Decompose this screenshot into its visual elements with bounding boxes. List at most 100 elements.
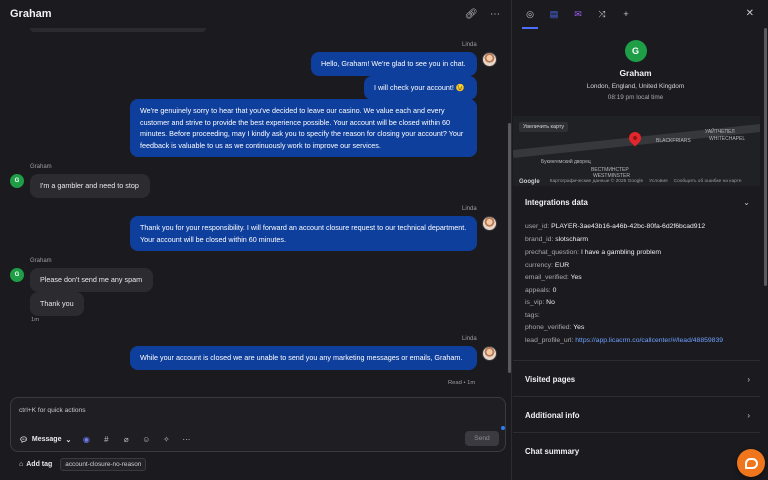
details-panel: ◎ ▤ ✉ ⤨ + ✕ G Graham London, England, Un…	[513, 0, 768, 480]
integration-value: No	[546, 299, 555, 306]
details-scrollbar[interactable]	[763, 28, 767, 478]
integration-value: 0	[552, 287, 557, 294]
agent-message: I will check your account! 😉	[364, 76, 477, 100]
customer-message: Please don't send me any spam	[30, 268, 153, 292]
integration-value: slotscharm	[555, 236, 589, 243]
profile-avatar: G	[624, 40, 647, 62]
chat-scrollbar[interactable]	[508, 28, 512, 392]
composer-toolbar: 💬︎ Message ⌄ ◉ # ⌀ ☺ ✧ ⋯	[19, 435, 191, 444]
map-label: Букингемский дворец	[541, 159, 591, 165]
integration-row: brand_id: slotscharm	[525, 236, 588, 243]
map-label: WHITECHAPEL	[709, 136, 746, 142]
chevron-right-icon: ›	[747, 375, 750, 384]
enlarge-map-button[interactable]: Увеличить карту	[519, 122, 569, 132]
more-icon[interactable]: ⋯	[489, 9, 501, 20]
customer-message: I'm a gambler and need to stop	[30, 174, 150, 198]
composer[interactable]: ctrl+K for quick actions 💬︎ Message ⌄ ◉ …	[10, 397, 506, 452]
chat-scroll-thumb[interactable]	[508, 123, 511, 373]
integration-value: Yes	[570, 274, 582, 281]
link-icon[interactable]: 🔗︎	[465, 9, 478, 20]
tab-shuffle-icon[interactable]: ⤨	[597, 9, 607, 20]
tag-icon: ⌂	[19, 461, 24, 468]
additional-info-header[interactable]: Additional info ›	[525, 411, 750, 420]
close-icon[interactable]: ✕	[746, 8, 754, 19]
integration-value: Yes	[573, 324, 585, 331]
integration-row: phone_verified: Yes	[525, 324, 584, 331]
integration-key: lead_profile_url:	[525, 337, 574, 344]
location-map[interactable]: Увеличить карту УАЙТЧЕПЕЛ WHITECHAPEL BL…	[513, 116, 760, 186]
agent-message: Hello, Graham! We're glad to see you in …	[311, 52, 477, 76]
composer-indicator	[501, 426, 505, 430]
integration-row: lead_profile_url: https://app.licacrm.co…	[525, 337, 723, 344]
previous-message	[30, 28, 206, 32]
chat-summary-header[interactable]: Chat summary	[525, 447, 750, 456]
profile-location: London, England, United Kingdom	[586, 83, 685, 90]
map-footer: Google Картографические данные © 2025 Go…	[513, 177, 760, 186]
read-status: Read • 1m	[448, 380, 476, 386]
integration-key: is_vip:	[525, 299, 545, 306]
integration-value: EUR	[554, 262, 570, 269]
tab-document-icon[interactable]: ▤	[549, 9, 559, 20]
ai-assist-icon[interactable]: ◉	[81, 435, 91, 444]
integration-row: prechat_question: I have a gambling prob…	[525, 249, 661, 256]
tab-add-icon[interactable]: +	[621, 9, 631, 19]
customer-name: Graham	[30, 258, 52, 264]
integration-key: currency:	[525, 262, 553, 269]
customer-name: Graham	[30, 164, 52, 170]
chevron-right-icon: ›	[747, 411, 750, 420]
tab-mail-icon[interactable]: ✉	[573, 9, 583, 20]
map-report-link[interactable]: Сообщить об ошибке на карте	[674, 179, 742, 184]
lead-profile-link[interactable]: https://app.licacrm.co/callcenter/#/lead…	[575, 337, 723, 344]
agent-message: While your account is closed we are unab…	[130, 346, 477, 370]
chat-launcher-button[interactable]	[737, 449, 765, 477]
tag-row: ⌂ Add tag account-closure-no-reason	[19, 458, 147, 471]
integration-key: user_id:	[525, 223, 550, 230]
integration-value: PLAYER-3ae43b16-a46b-42bc-80fa-6d2f6bcad…	[551, 223, 706, 230]
chat-header: Graham 🔗︎ ⋯	[0, 0, 511, 28]
more-tools-icon[interactable]: ⋯	[181, 435, 191, 444]
emoji-icon[interactable]: ☺	[141, 435, 151, 444]
agent-name: Linda	[462, 42, 477, 48]
magic-wand-icon[interactable]: ✧	[161, 435, 171, 444]
integration-row: currency: EUR	[525, 262, 569, 269]
profile-name: Graham	[619, 68, 652, 78]
visited-pages-header[interactable]: Visited pages ›	[525, 375, 750, 384]
map-attribution: Картографические данные © 2025 Google	[549, 179, 644, 184]
integrations-title: Integrations data	[525, 198, 588, 207]
agent-name: Linda	[462, 336, 477, 342]
visited-pages-title: Visited pages	[525, 375, 576, 384]
message-input[interactable]: ctrl+K for quick actions	[19, 407, 86, 414]
integration-key: email_verified:	[525, 274, 569, 281]
integration-row: tags:	[525, 312, 540, 319]
message-list: Linda Hello, Graham! We're glad to see y…	[0, 28, 512, 392]
integration-key: brand_id:	[525, 236, 554, 243]
chat-bubble-icon: 💬︎	[19, 436, 28, 444]
chevron-down-icon: ⌄	[65, 436, 72, 444]
tab-customer-info-icon[interactable]: ◎	[522, 9, 538, 29]
add-tag-label: Add tag	[26, 461, 53, 468]
add-tag-button[interactable]: ⌂ Add tag	[19, 461, 52, 468]
chat-title: Graham	[10, 8, 52, 20]
divider	[513, 432, 760, 433]
customer-message: Thank you	[30, 292, 84, 316]
integrations-header[interactable]: Integrations data ⌄	[525, 198, 750, 207]
attachment-icon[interactable]: ⌀	[121, 435, 131, 444]
integration-key: prechat_question:	[525, 249, 580, 256]
customer-avatar: G	[10, 268, 24, 282]
send-button[interactable]: Send	[465, 431, 499, 446]
google-logo: Google	[519, 178, 540, 185]
chat-bubble-icon	[744, 457, 758, 469]
integration-value: I have a gambling problem	[580, 249, 662, 256]
customer-avatar: G	[10, 174, 24, 188]
hashtag-icon[interactable]: #	[101, 435, 111, 444]
agent-avatar	[482, 346, 497, 361]
customer-message-time: 1m	[31, 317, 40, 323]
map-terms-link[interactable]: Условия	[649, 179, 667, 184]
chat-pane: Graham 🔗︎ ⋯ Linda Hello, Graham! We're g…	[0, 0, 512, 480]
details-scroll-thumb[interactable]	[764, 28, 767, 286]
divider	[513, 396, 760, 397]
message-mode-select[interactable]: 💬︎ Message ⌄	[19, 436, 71, 444]
tag-chip[interactable]: account-closure-no-reason	[60, 458, 147, 471]
integration-key: tags:	[525, 312, 540, 319]
integration-key: appeals:	[525, 287, 551, 294]
